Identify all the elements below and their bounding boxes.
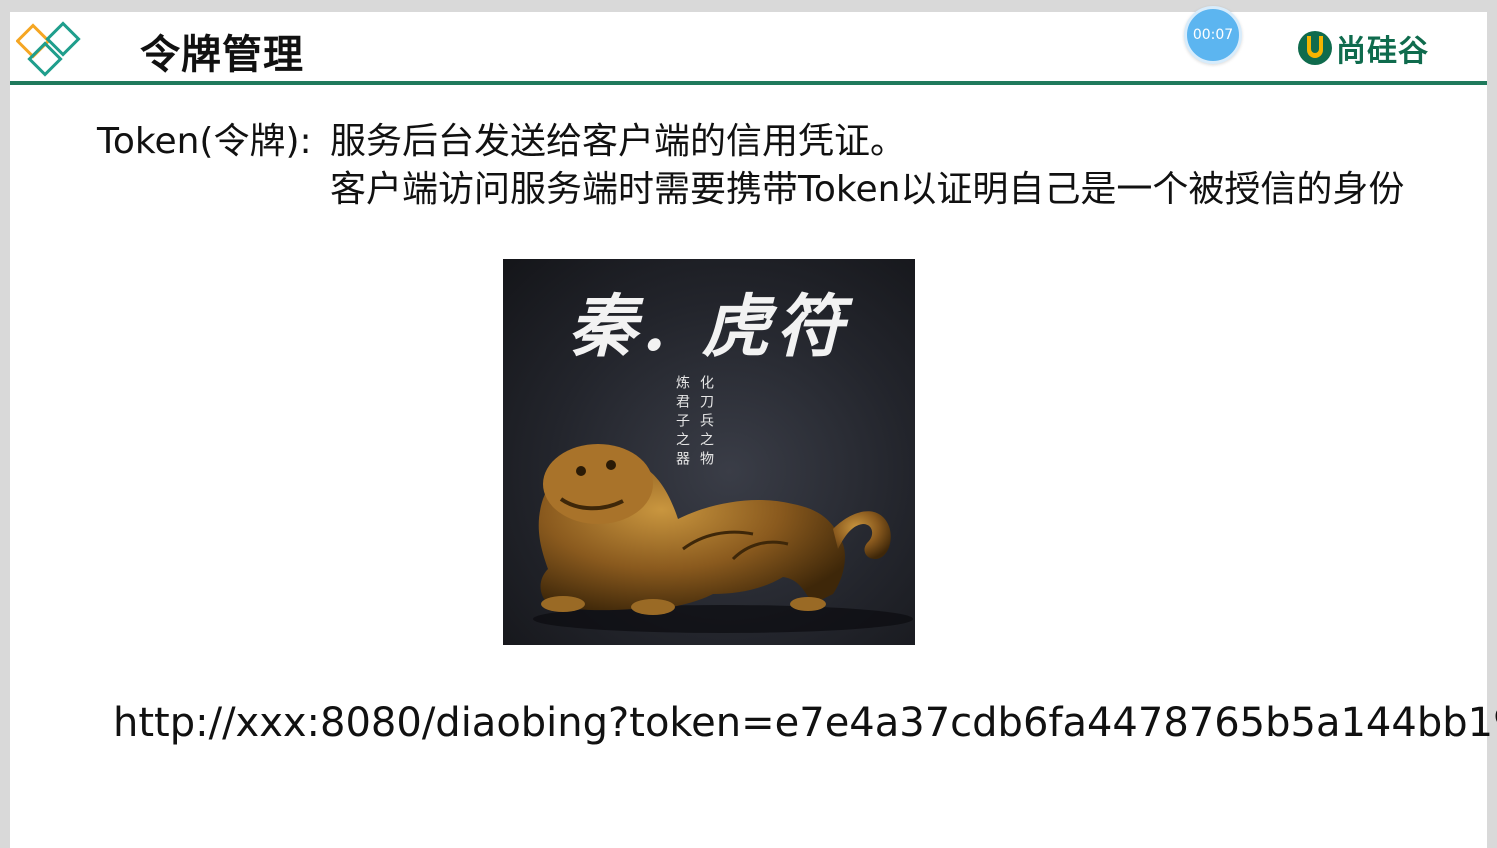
definition-line-2: 客户端访问服务端时需要携带Token以证明自己是一个被授信的身份 [330,169,1405,210]
brand-logo: 尚硅谷 [1298,28,1429,69]
image-title: 秦. 虎符 [568,287,850,367]
tiger-tally-image: 秦. 虎符 化刀兵之物 炼君子之器 [503,259,915,645]
brand-mark-icon [1298,31,1332,65]
timer-badge[interactable]: 00:07 [1184,6,1242,64]
page-title: 令牌管理 [140,32,304,78]
diamond-logo-icon [16,21,81,77]
image-verse-right: 化刀兵之物 [698,375,714,470]
definition-label: Token(令牌): [97,121,312,162]
definition-line-1: 服务后台发送给客户端的信用凭证。 [330,121,907,162]
header-divider [10,81,1487,85]
example-url: http://xxx:8080/diaobing?token=e7e4a37cd… [113,700,1497,746]
slide: 令牌管理 00:07 尚硅谷 Token(令牌): 服务后台发送给客户端的信用凭… [10,6,1497,848]
image-verse-left: 炼君子之器 [674,375,690,470]
brand-name: 尚硅谷 [1336,34,1429,69]
